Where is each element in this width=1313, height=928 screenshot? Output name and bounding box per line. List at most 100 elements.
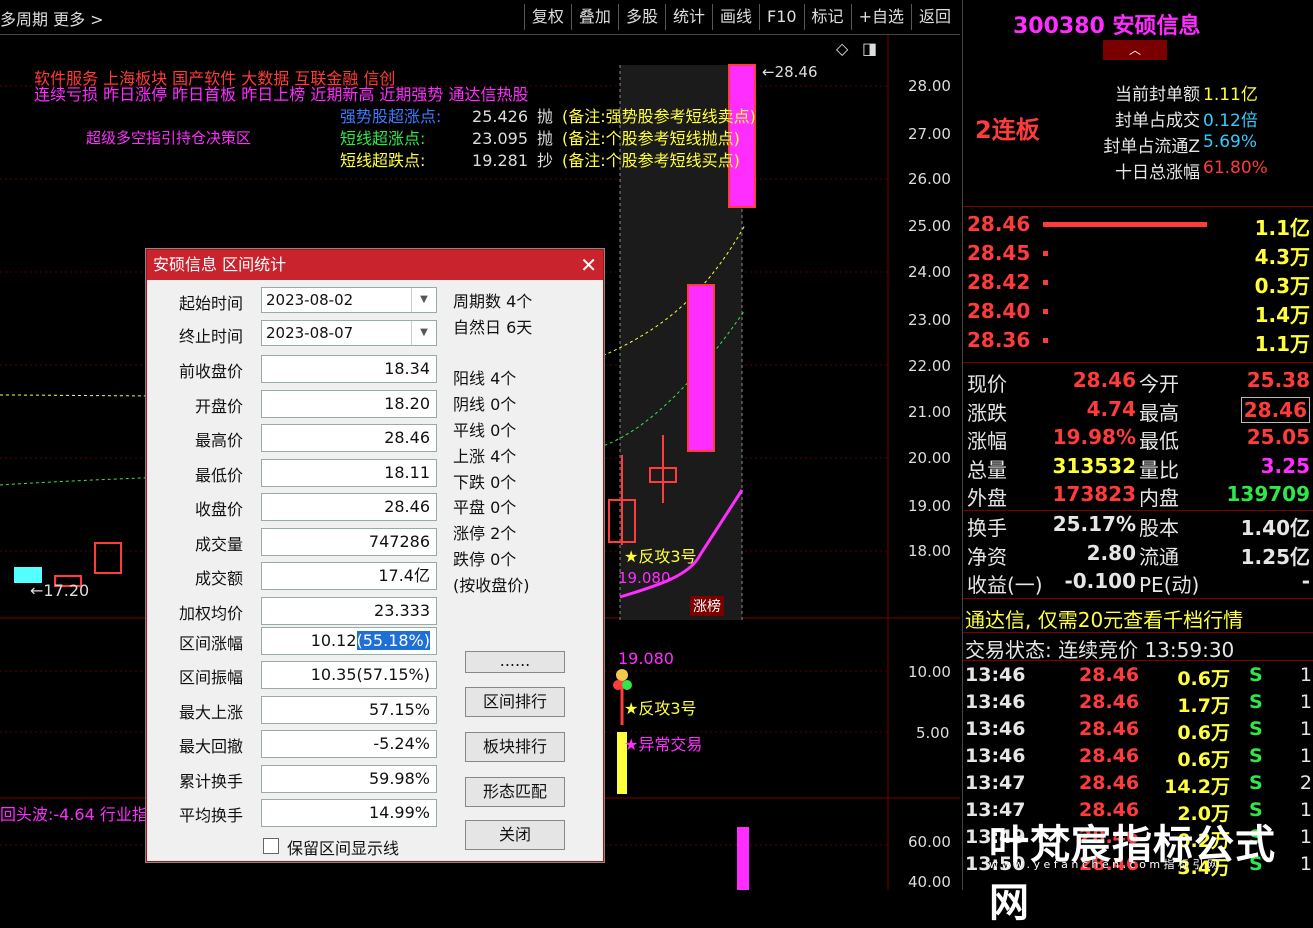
- stat-field[interactable]: 747286: [261, 527, 437, 556]
- summary-info: (按收盘价): [453, 575, 530, 595]
- stat-field[interactable]: 17.4亿: [261, 562, 437, 590]
- watermark-sub: w w w . y e f a n c h e n . c o m 指 标 引 …: [989, 858, 1219, 871]
- quote-value: -: [1301, 569, 1310, 593]
- quote-label: 换手: [967, 516, 1007, 540]
- collapse-icon[interactable]: ︿: [1103, 40, 1167, 60]
- bid-volume: 1.1万: [1254, 332, 1310, 356]
- toolbar-button[interactable]: 画线: [711, 4, 759, 30]
- bid-volume-bar: [1043, 309, 1048, 314]
- toolbar-button[interactable]: F10: [758, 4, 804, 30]
- close-icon[interactable]: ✕: [580, 250, 597, 280]
- tick-count: 2: [1299, 772, 1312, 794]
- tick-side: S: [1249, 718, 1263, 740]
- tick-volume: 0.6万: [1177, 722, 1230, 744]
- quote-label: PE(动): [1139, 573, 1200, 597]
- dialog-titlebar[interactable]: 安硕信息 区间统计 ✕: [147, 250, 603, 280]
- diamond-icon[interactable]: ◇: [836, 39, 848, 58]
- start-time-select[interactable]: 2023-08-02 ▼: [261, 287, 437, 313]
- tick-side: S: [1249, 745, 1263, 767]
- stat-field[interactable]: 57.15%: [261, 695, 437, 724]
- signal-action: 抛: [536, 107, 553, 126]
- tick-time: 13:46: [965, 745, 1026, 767]
- toolbar-button[interactable]: +自选: [850, 4, 911, 30]
- lianban-badge: 2连板: [975, 116, 1040, 144]
- stat-field[interactable]: -5.24%: [261, 730, 437, 758]
- stat-field[interactable]: 18.20: [261, 389, 437, 418]
- toolbar-button[interactable]: 复权: [523, 4, 571, 30]
- chevron-down-icon[interactable]: ▼: [411, 321, 436, 345]
- tick-time: 13:47: [965, 772, 1026, 794]
- chevron-down-icon[interactable]: ▼: [411, 288, 436, 312]
- lower-value: 19.080: [618, 649, 674, 668]
- signal-value: 19.281: [472, 151, 528, 170]
- toolbar-button[interactable]: 叠加: [570, 4, 618, 30]
- bid-price: 28.46: [967, 212, 1031, 236]
- range-change-field[interactable]: 10.12(55.18%): [261, 627, 437, 655]
- quote-value: 25.17%: [1052, 512, 1136, 536]
- price-axis-label: 24.00: [908, 263, 951, 281]
- summary-info: 阴线 0个: [453, 395, 517, 415]
- toolbar-button[interactable]: 标记: [803, 4, 851, 30]
- promo-link[interactable]: 通达信, 仅需20元查看千档行情: [965, 604, 1243, 633]
- seal-label: 封单占流通Z: [1103, 137, 1200, 157]
- signal-value: 25.426: [472, 107, 528, 126]
- stat-field[interactable]: 14.99%: [261, 799, 437, 827]
- lower-axis-label: 5.00: [916, 724, 950, 742]
- seal-value: 1.11亿: [1203, 85, 1258, 105]
- stat-field[interactable]: 18.34: [261, 355, 437, 383]
- signal-value: 23.095: [472, 129, 528, 148]
- keep-range-label: 保留区间显示线: [287, 839, 400, 858]
- tick-volume: 1.7万: [1177, 695, 1230, 717]
- tick-time: 13:46: [965, 664, 1026, 686]
- tick-volume: 0.6万: [1177, 749, 1230, 771]
- dialog-title: 安硕信息 区间统计: [153, 255, 287, 274]
- tick-count: 1: [1299, 664, 1312, 686]
- toolbar-buttons: 复权 叠加 多股 统计 画线 F10 标记 +自选 返回: [523, 4, 958, 30]
- stat-field[interactable]: 28.46: [261, 424, 437, 452]
- stat-label: 区间振幅: [178, 668, 243, 687]
- period-menu[interactable]: 多周期 更多 >: [0, 6, 104, 30]
- close-button[interactable]: 关闭: [465, 820, 565, 850]
- seal-value: 61.80%: [1203, 158, 1268, 178]
- stat-field[interactable]: 28.46: [261, 493, 437, 521]
- stat-field[interactable]: 23.333: [261, 596, 437, 625]
- signal-row: 强势股超涨点: 25.426 抛 (备注:强势股参考短线卖点): [340, 103, 756, 126]
- stock-code-name: 300380 安硕信息: [1013, 14, 1201, 39]
- panel-toggle-icon[interactable]: ◨: [862, 39, 877, 58]
- keep-range-checkbox[interactable]: [263, 838, 279, 854]
- sector-rank-button[interactable]: 板块排行: [465, 732, 565, 762]
- more-button[interactable]: ......: [465, 651, 565, 673]
- summary-info: 周期数 4个: [453, 292, 533, 311]
- bottom-axis-label: 60.00: [908, 833, 951, 851]
- price-axis: 28.00 27.00 26.00 25.00 24.00 23.00 22.00 21.00…: [900, 35, 960, 595]
- stat-label: 收盘价: [194, 500, 243, 519]
- bid-volume: 1.4万: [1254, 303, 1310, 327]
- quote-value: 1.40亿: [1240, 516, 1310, 540]
- quote-value: 313532: [1052, 453, 1137, 478]
- bid-volume: 4.3万: [1254, 245, 1310, 269]
- chart-toolbar: 多周期 更多 > 复权 叠加 多股 统计 画线 F10 标记 +自选 返回: [0, 0, 960, 35]
- tick-volume: 14.2万: [1164, 776, 1230, 798]
- tick-count: 1: [1299, 718, 1312, 740]
- interval-rank-button[interactable]: 区间排行: [465, 687, 565, 717]
- stat-field[interactable]: 18.11: [261, 458, 437, 487]
- quote-label: 净资: [967, 544, 1007, 569]
- toolbar-button[interactable]: 多股: [617, 4, 665, 30]
- quote-label: 内盘: [1139, 486, 1179, 510]
- price-axis-label: 18.00: [908, 542, 951, 560]
- signal-row: 短线超跌点: 19.281 抄 (备注:个股参考短线买点): [340, 147, 756, 170]
- price-axis-label: 28.00: [908, 77, 951, 95]
- bid-volume-bar: [1043, 280, 1048, 285]
- summary-info: 跌停 0个: [453, 550, 517, 569]
- bid-volume-bar: [1043, 338, 1048, 343]
- bid-volume-bar: [1043, 222, 1207, 227]
- end-time-select[interactable]: 2023-08-07 ▼: [261, 320, 437, 346]
- quote-value: 28.46: [1240, 396, 1310, 423]
- low-price-label: ←17.20: [30, 581, 90, 600]
- pattern-match-button[interactable]: 形态匹配: [465, 777, 565, 807]
- toolbar-button[interactable]: 统计: [664, 4, 712, 30]
- toolbar-button[interactable]: 返回: [910, 4, 958, 30]
- stat-field[interactable]: 59.98%: [261, 764, 437, 793]
- quote-label: 收益(一): [967, 573, 1043, 597]
- stat-field[interactable]: 10.35(57.15%): [261, 661, 437, 689]
